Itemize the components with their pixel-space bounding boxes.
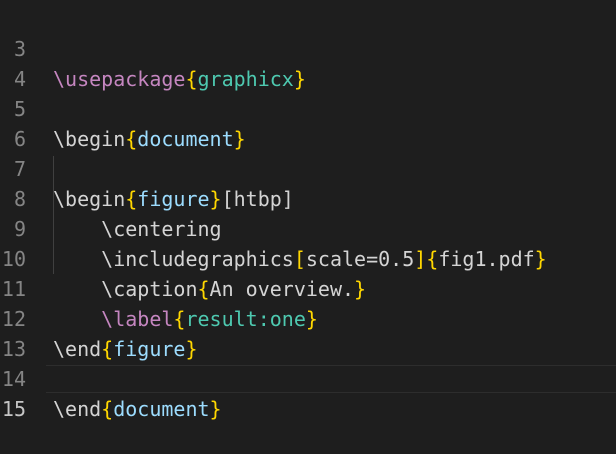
code-line[interactable]: 8 \centering [0,154,616,241]
code-line[interactable]: 10 \caption{An overview.} [0,214,616,301]
environment-name: document [113,397,210,421]
code-line-active[interactable]: 15 [0,364,616,421]
code-line[interactable]: 4 [0,34,616,91]
code-line[interactable]: 9 \includegraphics[scale=0.5]{fig1.pdf} [0,184,616,271]
line-number: 15 [1,397,26,421]
brace-open: { [101,397,114,421]
code-line[interactable]: 3 \usepackage{graphicx} [0,4,616,91]
code-editor[interactable]: 3 \usepackage{graphicx} 4 5 \begin{docum… [0,0,616,421]
code-line[interactable]: 14 \end{document} [0,334,616,421]
code-line[interactable]: 13 [0,304,616,361]
code-line[interactable]: 7 \begin{figure}[htbp] [0,124,616,211]
code-content[interactable]: \end{document} [53,394,222,424]
latex-command: \end [53,397,102,421]
code-line[interactable]: 11 \label{result:one} [0,244,616,331]
brace-close: } [209,397,222,421]
code-line[interactable]: 6 [0,94,616,151]
code-line[interactable]: 5 \begin{document} [0,64,616,151]
code-line[interactable]: 12 \end{figure} [0,274,616,361]
